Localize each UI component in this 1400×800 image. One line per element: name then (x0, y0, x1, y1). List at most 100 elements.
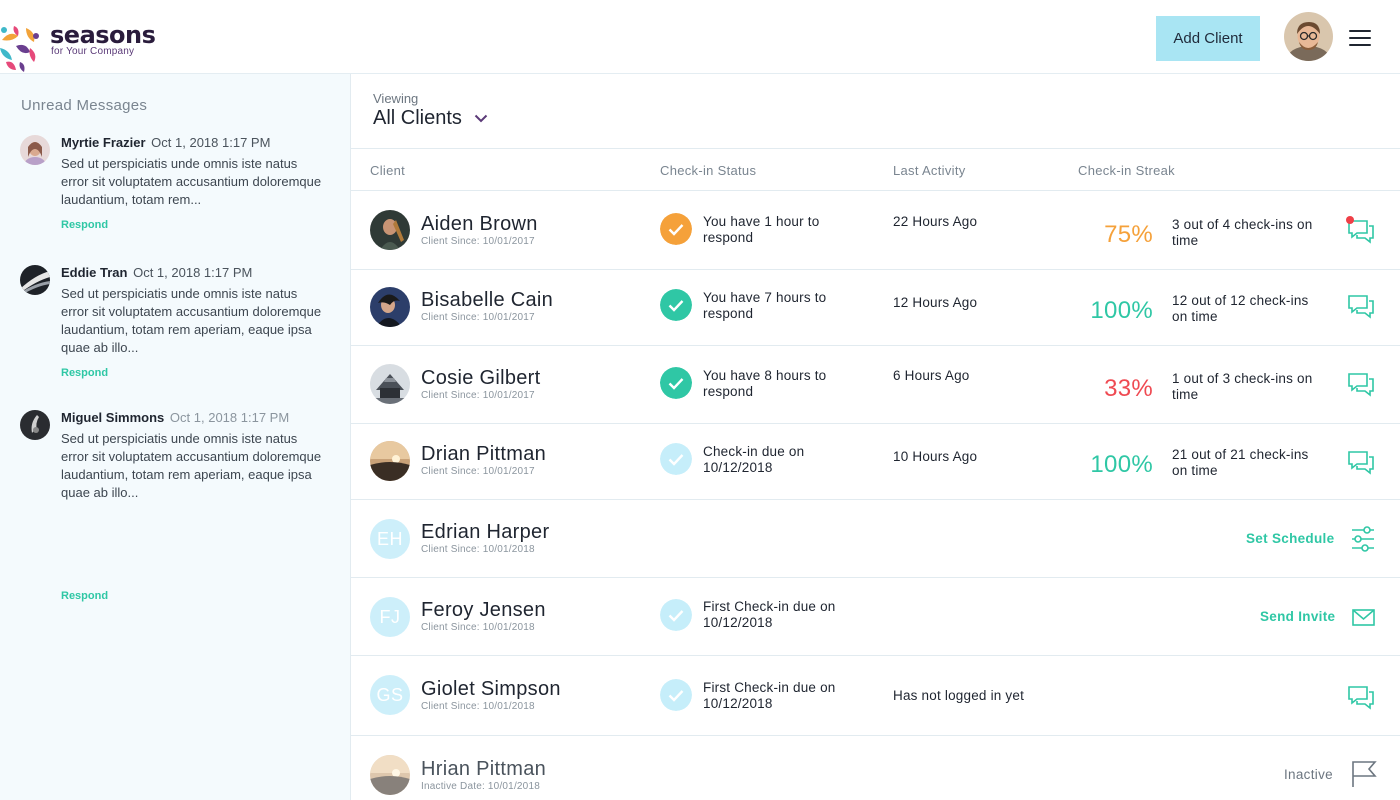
client-since: Client Since: 10/01/2017 (421, 390, 535, 401)
column-header-status[interactable]: Check-in Status (660, 163, 756, 178)
message-sender: Eddie Tran (61, 265, 128, 280)
pending-check-icon (660, 599, 692, 631)
checkin-status: First Check-in due on 10/12/2018 (703, 680, 836, 711)
client-name[interactable]: Hrian Pittman (421, 758, 546, 781)
message-avatar (20, 265, 50, 295)
column-header-activity[interactable]: Last Activity (893, 163, 966, 178)
message-body: Sed ut perspiciatis unde omnis iste natu… (61, 431, 322, 500)
last-activity: 10 Hours Ago (893, 449, 978, 464)
message-header: Miguel Simmons Oct 1, 2018 1:17 PM (61, 410, 289, 425)
client-initials-avatar: GS (370, 675, 410, 715)
streak-percent: 100% (1090, 297, 1153, 324)
message-body: Sed ut perspiciatis unde omnis iste natu… (61, 156, 322, 207)
add-client-button[interactable]: Add Client (1156, 16, 1260, 61)
avatar-photo-icon (20, 265, 50, 295)
last-activity: Has not logged in yet (893, 688, 1025, 703)
message-avatar (20, 410, 50, 440)
checkin-status: You have 8 hours to respond (703, 368, 827, 399)
chat-icon[interactable] (1347, 372, 1375, 398)
client-row[interactable]: Cosie Gilbert Client Since: 10/01/2017 Y… (351, 346, 1400, 424)
chat-icon[interactable] (1347, 685, 1375, 711)
client-since: Inactive Date: 10/01/2018 (421, 781, 540, 792)
last-activity: 12 Hours Ago (893, 295, 978, 310)
streak-percent: 33% (1104, 375, 1153, 402)
checkin-status: You have 1 hour to respond (703, 214, 820, 245)
streak-detail: 21 out of 21 check-ins on time (1172, 447, 1309, 478)
avatar-photo-icon (370, 287, 410, 327)
client-avatar (370, 210, 410, 250)
seasons-logo-icon (0, 26, 39, 72)
client-row[interactable]: Aiden Brown Client Since: 10/01/2017 You… (351, 191, 1400, 270)
client-name[interactable]: Giolet Simpson (421, 678, 561, 701)
client-name[interactable]: Drian Pittman (421, 443, 546, 466)
brand-logo[interactable]: seasons for Your Company (0, 16, 170, 74)
chevron-down-icon (474, 114, 488, 123)
streak-percent: 75% (1104, 221, 1153, 248)
message-header: Myrtie Frazier Oct 1, 2018 1:17 PM (61, 135, 270, 150)
client-row[interactable]: EH Edrian Harper Client Since: 10/01/201… (351, 500, 1400, 578)
client-name[interactable]: Aiden Brown (421, 213, 538, 236)
unread-indicator (1346, 216, 1354, 224)
client-name[interactable]: Bisabelle Cain (421, 289, 553, 312)
streak-detail: 12 out of 12 check-ins on time (1172, 293, 1309, 324)
client-avatar (370, 364, 410, 404)
column-header-streak[interactable]: Check-in Streak (1078, 163, 1175, 178)
avatar-photo-icon (370, 755, 410, 795)
client-filter-dropdown[interactable]: All Clients (373, 107, 488, 130)
message-sender: Miguel Simmons (61, 410, 165, 425)
check-circle-icon (660, 367, 692, 399)
client-since: Client Since: 10/01/2017 (421, 312, 535, 323)
client-since: Client Since: 10/01/2018 (421, 622, 535, 633)
client-initials-avatar: EH (370, 519, 410, 559)
respond-link[interactable]: Respond (61, 590, 108, 602)
hamburger-menu-icon[interactable] (1349, 30, 1371, 46)
sliders-settings-icon[interactable] (1351, 526, 1375, 552)
message-body: Sed ut perspiciatis unde omnis iste natu… (61, 286, 322, 355)
pending-check-icon (660, 679, 692, 711)
respond-link[interactable]: Respond (61, 219, 108, 231)
message-date: Oct 1, 2018 1:17 PM (151, 135, 271, 150)
message-avatar (20, 135, 50, 165)
pending-check-icon (660, 443, 692, 475)
message-header: Eddie Tran Oct 1, 2018 1:17 PM (61, 265, 252, 280)
avatar-photo-icon (370, 441, 410, 481)
viewing-label: Viewing (373, 91, 419, 106)
client-name[interactable]: Edrian Harper (421, 521, 549, 544)
client-row[interactable]: FJ Feroy Jensen Client Since: 10/01/2018… (351, 578, 1400, 656)
last-activity: 6 Hours Ago (893, 368, 970, 383)
checkin-status: You have 7 hours to respond (703, 290, 827, 321)
chat-icon[interactable] (1347, 450, 1375, 476)
set-schedule-button[interactable]: Set Schedule (1246, 531, 1334, 546)
user-avatar-icon (1284, 12, 1333, 61)
client-row[interactable]: Drian Pittman Client Since: 10/01/2017 C… (351, 424, 1400, 500)
client-row[interactable]: Bisabelle Cain Client Since: 10/01/2017 … (351, 270, 1400, 346)
client-name[interactable]: Cosie Gilbert (421, 367, 541, 390)
client-row[interactable]: Hrian Pittman Inactive Date: 10/01/2018 … (351, 736, 1400, 800)
respond-link[interactable]: Respond (61, 367, 108, 379)
message-date: Oct 1, 2018 1:17 PM (133, 265, 253, 280)
streak-detail: 1 out of 3 check-ins on time (1172, 371, 1313, 402)
envelope-icon[interactable] (1352, 609, 1375, 626)
client-since: Client Since: 10/01/2017 (421, 236, 535, 247)
client-since: Client Since: 10/01/2017 (421, 466, 535, 477)
inactive-status: Inactive (1284, 767, 1333, 782)
client-row[interactable]: GS Giolet Simpson Client Since: 10/01/20… (351, 656, 1400, 736)
client-since: Client Since: 10/01/2018 (421, 701, 535, 712)
client-avatar (370, 755, 410, 795)
app-header: seasons for Your Company Add Client (0, 0, 1400, 74)
check-circle-icon (660, 289, 692, 321)
avatar-photo-icon (370, 364, 410, 404)
streak-detail: 3 out of 4 check-ins on time (1172, 217, 1313, 248)
avatar-photo-icon (370, 210, 410, 250)
warning-check-icon (660, 213, 692, 245)
chat-icon[interactable] (1347, 294, 1375, 320)
column-header-client[interactable]: Client (370, 163, 405, 178)
divider (351, 148, 1400, 149)
unread-messages-sidebar: Unread Messages Myrtie Frazier Oct 1, 20… (0, 74, 351, 800)
checkin-status: First Check-in due on 10/12/2018 (703, 599, 836, 630)
flag-icon[interactable] (1351, 760, 1377, 788)
checkin-status: Check-in due on 10/12/2018 (703, 444, 805, 475)
client-name[interactable]: Feroy Jensen (421, 599, 546, 622)
send-invite-button[interactable]: Send Invite (1260, 609, 1335, 624)
user-avatar[interactable] (1284, 12, 1333, 61)
